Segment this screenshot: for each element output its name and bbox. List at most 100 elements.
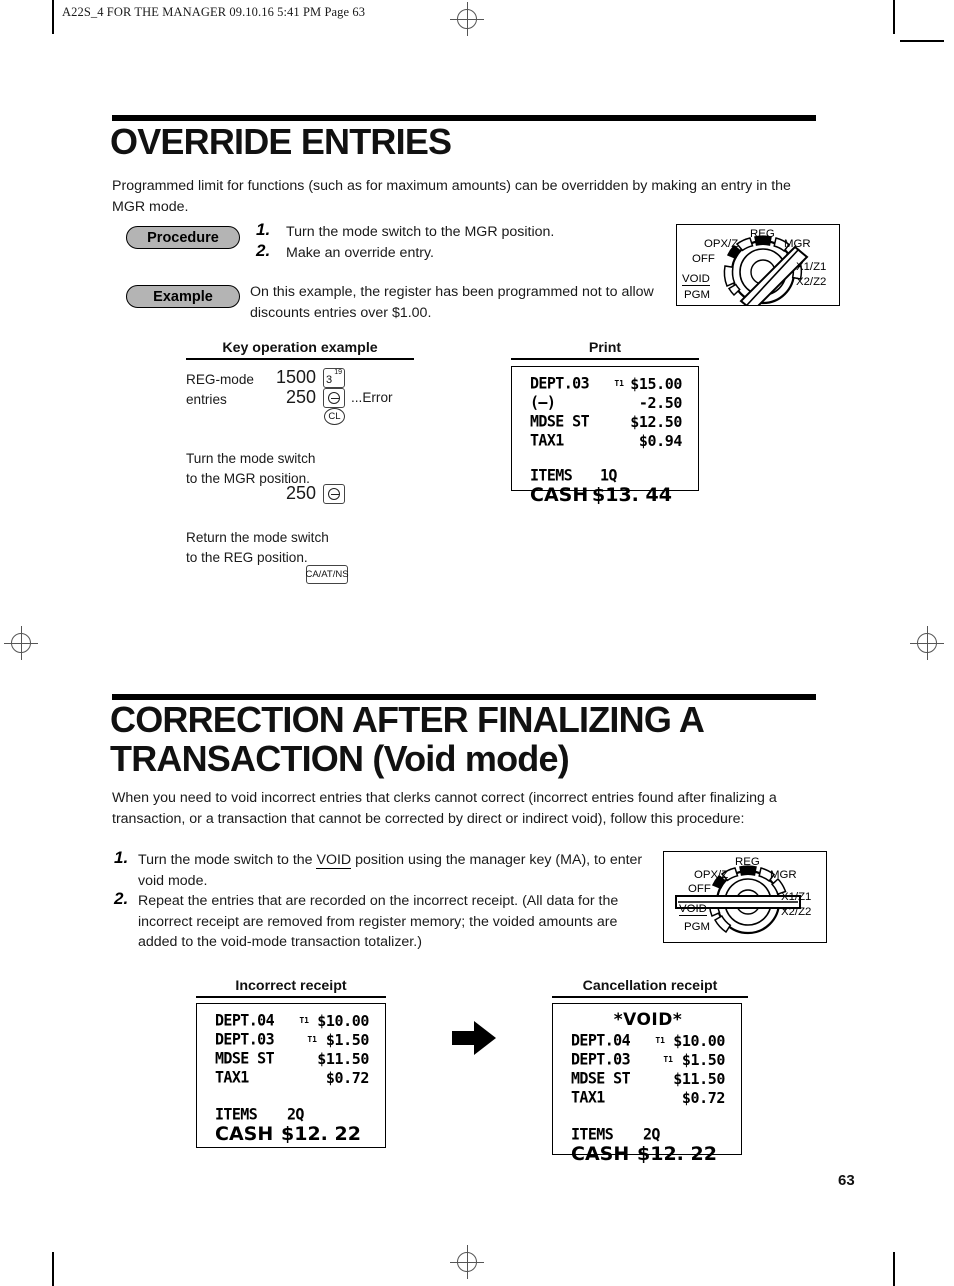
receipt-items-value: 2Q: [643, 1124, 660, 1144]
section2-step1-text-before: Turn the mode switch to the: [138, 852, 317, 868]
receipt-row-value: $0.72: [325, 1069, 370, 1087]
receipt-row: TAX1 $0.94: [530, 430, 683, 451]
dial1-label-opxz: OPX/Z: [704, 238, 739, 250]
dial1-label-void: VOID: [682, 273, 710, 286]
section1-example-text: On this example, the register has been p…: [250, 284, 654, 321]
receipt-row-label: MDSE ST: [215, 1048, 275, 1068]
crop-mark-top-right-horizontal: [900, 40, 944, 42]
crop-mark-bottom-right-vertical: [893, 1252, 895, 1286]
section1-step2-number: 2.: [256, 241, 271, 260]
dial1-label-mgr: MGR: [784, 238, 811, 250]
receipt-row-label: TAX1: [530, 430, 564, 450]
receipt-total-row: CASH $12. 22: [571, 1143, 725, 1171]
receipt-row: (—) -2.50: [530, 393, 683, 413]
dial1-label-reg: REG: [750, 228, 775, 240]
receipt-row: TAX1 $0.72: [215, 1067, 370, 1088]
receipt-total-value: $12. 22: [637, 1143, 717, 1165]
incorrect-receipt-heading-rule: [196, 996, 386, 998]
cash-at-ns-key-label: CA/AT/NS: [305, 569, 349, 580]
section2-title-line1: CORRECTION AFTER FINALIZING A: [110, 699, 705, 740]
receipt-row: TAX1 $0.72: [571, 1087, 725, 1108]
crop-mark-top-right-vertical: [893, 0, 895, 34]
receipt-row-label: TAX1: [215, 1067, 249, 1087]
receipt-spacer: [571, 1108, 725, 1126]
receipt-row: MDSE ST $11.50: [215, 1048, 369, 1069]
receipt-row-tax: T1: [299, 1016, 309, 1025]
section2-intro: When you need to void incorrect entries …: [112, 790, 777, 827]
clear-key-label: CL: [328, 411, 341, 422]
clear-key[interactable]: CL: [324, 408, 345, 425]
key-operation-heading: Key operation example: [222, 340, 378, 356]
dial1-label-off: OFF: [692, 253, 715, 265]
dial1-label-x2z2: X2/Z2: [796, 276, 827, 288]
key-operation-heading-rule: [186, 358, 414, 360]
receipt-row-value: $1.50: [325, 1031, 370, 1049]
dial2-label-pgm: PGM: [684, 921, 710, 933]
crop-mark-top-left-vertical: [52, 0, 54, 34]
receipt-row-value: -2.50: [638, 394, 683, 412]
section1-intro: Programmed limit for functions (such as …: [112, 178, 791, 215]
registration-mark-left: [4, 626, 38, 660]
receipt-total-row: CASH $12. 22: [215, 1123, 369, 1151]
section1-title: OVERRIDE ENTRIES: [110, 121, 452, 162]
receipt-items-value: 1Q: [600, 465, 617, 485]
receipt-total-value: $12. 22: [281, 1123, 361, 1145]
dial2-label-x1z1: X1/Z1: [781, 891, 812, 903]
incorrect-receipt-heading: Incorrect receipt: [235, 978, 347, 994]
page-number: 63: [838, 1172, 855, 1189]
section2-title-line2: TRANSACTION (Void mode): [110, 738, 570, 779]
receipt-row: MDSE ST $11.50: [571, 1069, 725, 1089]
receipt-row-value: $10.00: [673, 1032, 725, 1050]
receipt-items-label: ITEMS: [530, 465, 573, 485]
key-op-note2-line2: to the REG position.: [186, 550, 308, 565]
dial2-label-reg: REG: [735, 856, 760, 868]
receipt-row-label: DEPT.03: [215, 1029, 275, 1049]
section1-step1-text: Turn the mode switch to the MGR position…: [286, 224, 555, 240]
key-op-line1-label: REG-mode: [186, 372, 254, 387]
receipt-row-value: $11.50: [317, 1050, 369, 1068]
transform-arrow-icon: [450, 1018, 498, 1063]
receipt-items-label: ITEMS: [215, 1104, 258, 1124]
section1-step2-text: Make an override entry.: [286, 245, 434, 261]
receipt-row-label: DEPT.04: [215, 1010, 275, 1030]
receipt-row-value: $10.00: [317, 1012, 369, 1030]
receipt-row-label: DEPT.04: [571, 1030, 631, 1050]
receipt-total-row: CASH $13. 44: [530, 484, 682, 510]
receipt-row: MDSE ST $12.50: [530, 411, 682, 432]
key-op-amount-250-b: 250: [285, 483, 316, 503]
receipt-row: DEPT.03 T1 $1.50: [571, 1049, 726, 1070]
minus-key-b[interactable]: [323, 484, 345, 504]
receipt-spacer: [215, 1088, 369, 1106]
key-op-error-note: ...Error: [351, 390, 393, 405]
receipt-row-label: MDSE ST: [530, 411, 590, 431]
cancellation-receipt: *VOID* DEPT.04 T1 $10.00 DEPT.03 T1 $1.5…: [552, 1003, 742, 1165]
receipt-row: DEPT.04 T1 $10.00: [571, 1030, 725, 1051]
receipt-row-value: $11.50: [673, 1070, 725, 1088]
receipt-row-tax: T1: [663, 1055, 673, 1064]
section2-step2-text: Repeat the entries that are recorded on …: [138, 893, 619, 950]
print-heading: Print: [588, 340, 622, 356]
receipt-row-value: $1.50: [681, 1051, 726, 1069]
minus-icon: [328, 488, 340, 500]
section2-step1-text: Turn the mode switch to the VOID positio…: [138, 850, 666, 891]
dial2-label-x2z2: X2/Z2: [781, 906, 812, 918]
dial2-label-mgr: MGR: [770, 869, 797, 881]
receipt-row-label: DEPT.03: [571, 1049, 631, 1069]
receipt-row-value: $0.94: [638, 432, 683, 450]
incorrect-receipt: DEPT.04 T1 $10.00 DEPT.03 T1 $1.50 MDSE …: [196, 1003, 386, 1148]
receipt-row-label: TAX1: [571, 1087, 605, 1107]
minus-icon: [328, 392, 340, 404]
print-receipt: DEPT.03 T1 $15.00 (—) -2.50 MDSE ST $12.…: [511, 366, 699, 506]
receipt-row: DEPT.03 T1 $1.50: [215, 1029, 370, 1050]
receipt-row-value: $15.00: [630, 375, 682, 393]
registration-mark-bottom: [450, 1245, 484, 1279]
section2-step1-number: 1.: [114, 848, 129, 867]
cash-at-ns-key[interactable]: CA/AT/NS: [305, 565, 349, 584]
void-underlined: VOID: [316, 852, 352, 869]
receipt-items-label: ITEMS: [571, 1124, 614, 1144]
minus-key-a[interactable]: [323, 388, 345, 408]
dept3-key[interactable]: 3 19: [323, 368, 345, 388]
dept3-key-superscript: 19: [334, 369, 342, 376]
key-op-line2-label: entries: [186, 392, 227, 407]
key-op-note1-line1: Turn the mode switch: [186, 451, 316, 466]
